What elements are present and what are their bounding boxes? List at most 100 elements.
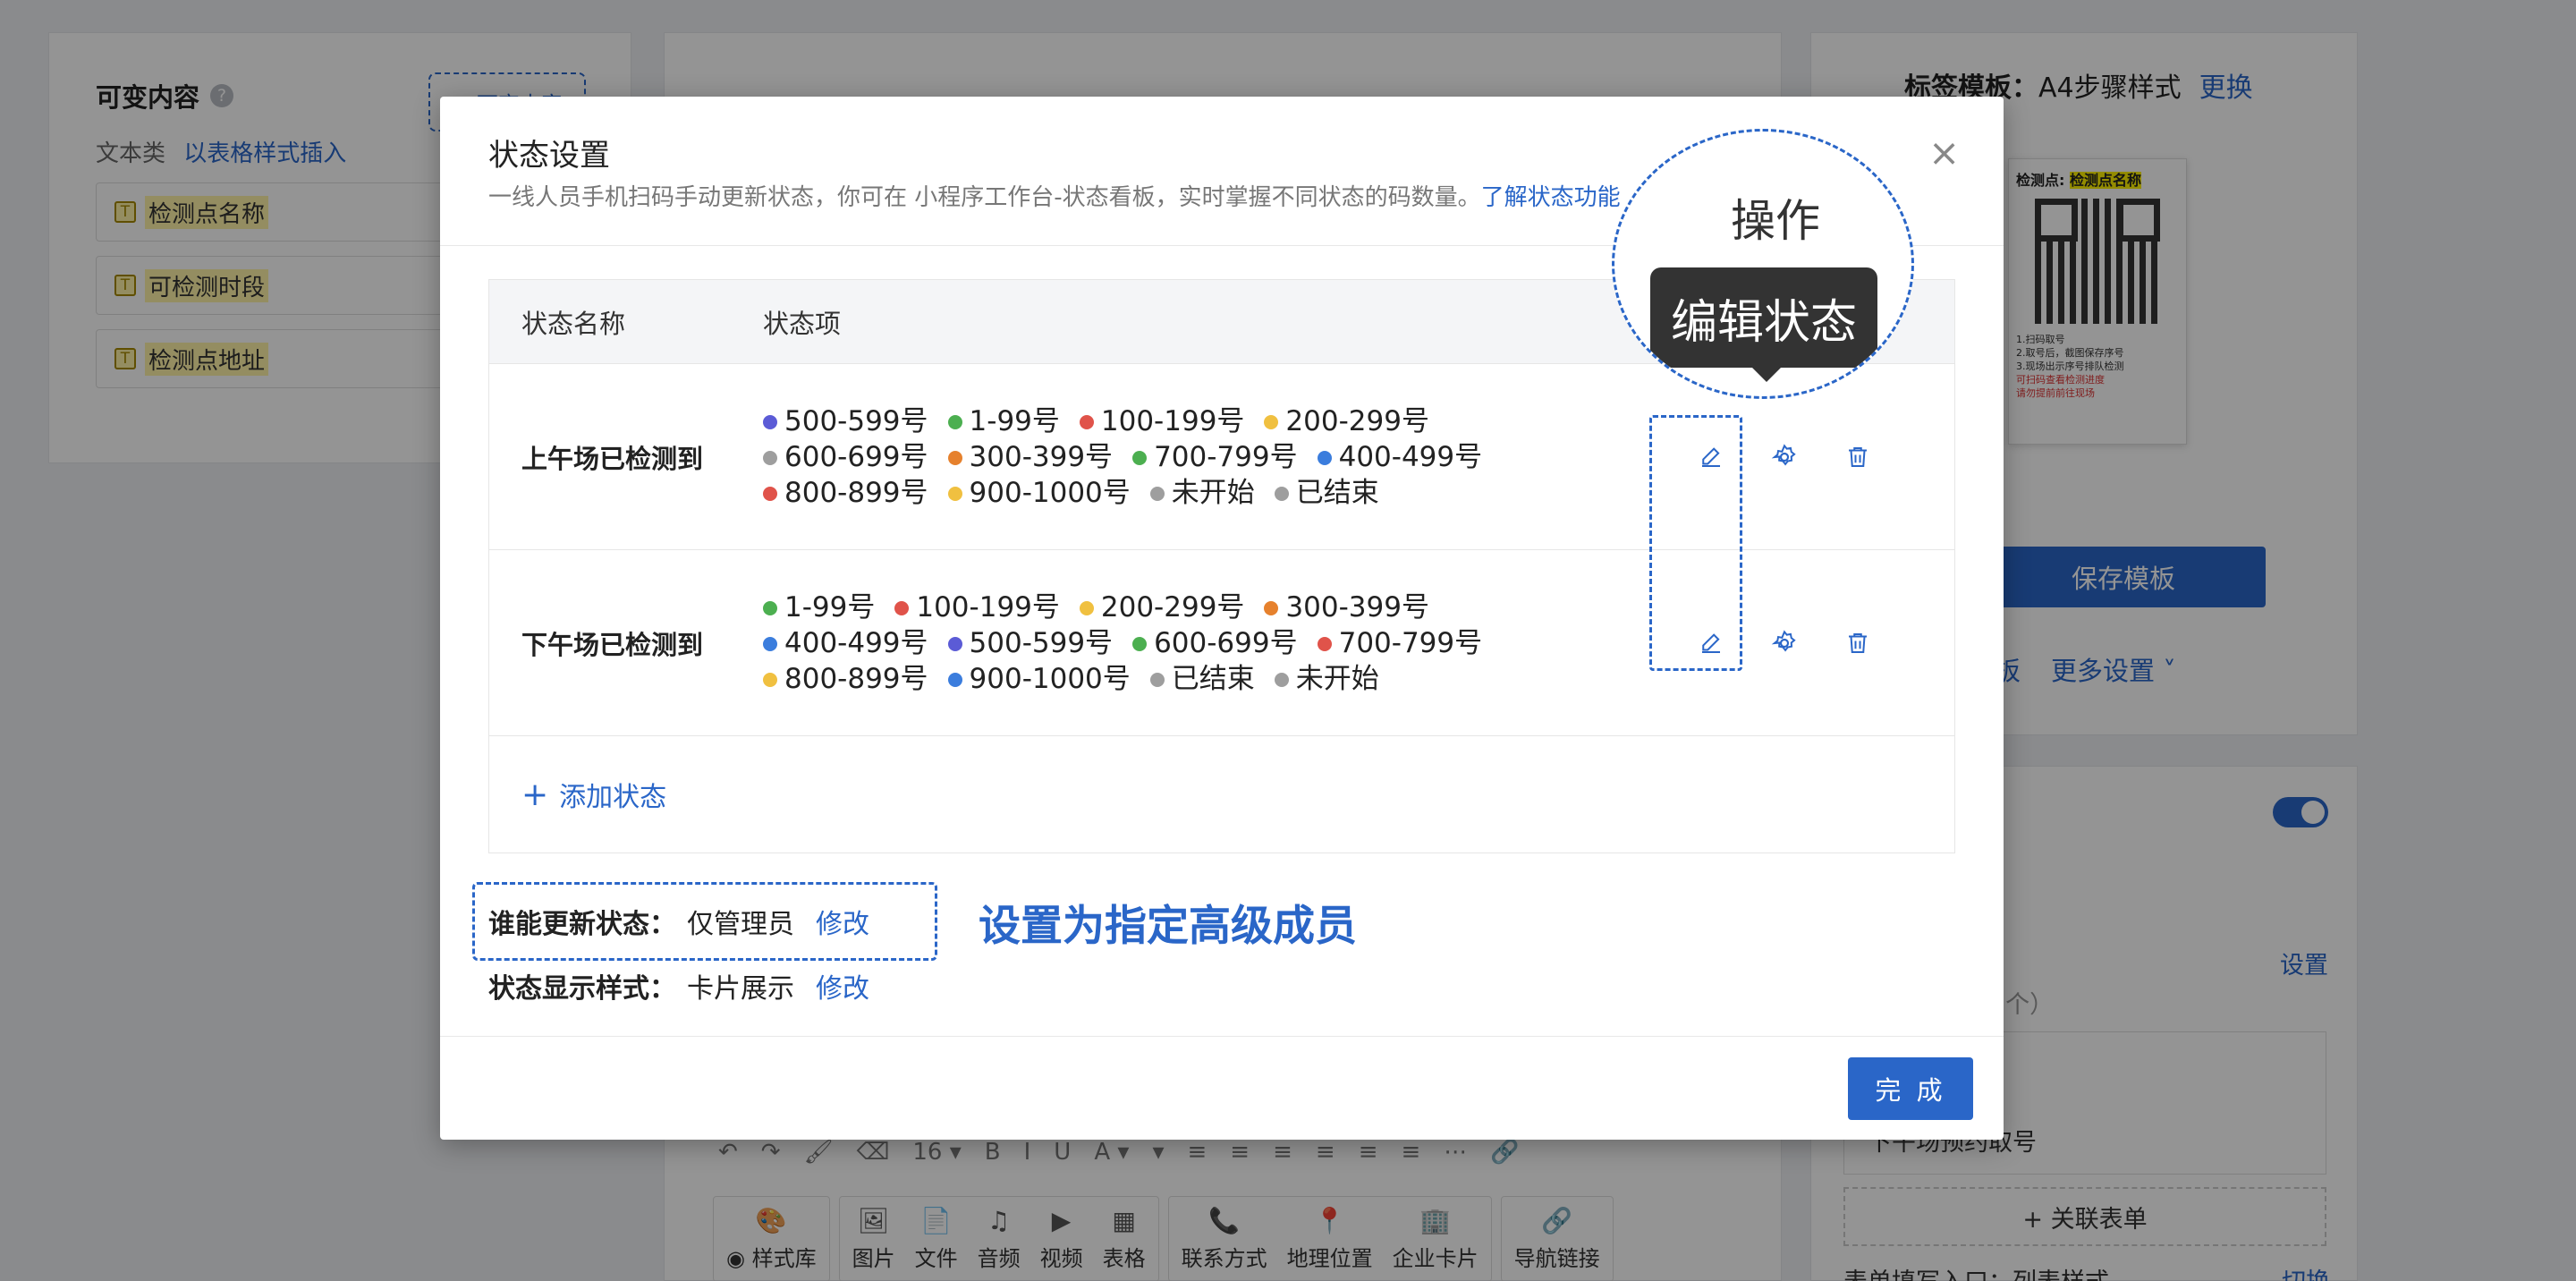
status-item: 500-599号 xyxy=(763,403,928,439)
status-color-dot xyxy=(1079,414,1094,429)
display-style-row: 状态显示样式： 卡片展示 修改 xyxy=(488,966,869,1005)
status-color-dot xyxy=(1149,672,1165,687)
status-color-dot xyxy=(763,450,777,465)
learn-status-link[interactable]: 了解状态功能 xyxy=(1481,184,1621,211)
status-item: 300-399号 xyxy=(1264,590,1429,625)
settings-gear-icon[interactable] xyxy=(1767,625,1802,661)
status-item-label: 600-699号 xyxy=(784,440,928,473)
status-item: 1-99号 xyxy=(947,403,1060,439)
status-item-label: 800-899号 xyxy=(784,476,928,509)
trash-icon[interactable] xyxy=(1840,625,1876,661)
status-item: 700-799号 xyxy=(1132,439,1298,475)
status-items: 1-99号 100-199号 200-299号 300-399号 400-499号 500… xyxy=(763,590,1622,697)
status-color-dot xyxy=(1132,450,1148,465)
status-color-dot xyxy=(763,600,777,615)
status-color-dot xyxy=(894,600,910,615)
status-item: 400-499号 xyxy=(763,625,928,661)
status-item-label: 400-499号 xyxy=(1338,440,1483,473)
status-item-label: 未开始 xyxy=(1171,476,1255,509)
status-color-dot xyxy=(947,672,962,687)
add-status-label: 添加状态 xyxy=(559,782,667,813)
status-item-line: 800-899号 900-1000号 已结束 未开始 xyxy=(763,661,1622,697)
status-item-label: 200-299号 xyxy=(1100,590,1245,624)
status-items: 500-599号 1-99号 100-199号 200-299号 600-699号 300… xyxy=(763,403,1622,511)
status-item: 800-899号 xyxy=(763,475,928,511)
status-item: 200-299号 xyxy=(1079,590,1245,625)
status-item: 已结束 xyxy=(1149,661,1255,697)
status-item-label: 100-199号 xyxy=(916,590,1060,624)
status-item-label: 900-1000号 xyxy=(969,662,1131,695)
modal-title: 状态设置 xyxy=(488,138,610,174)
status-color-dot xyxy=(1149,486,1165,501)
status-color-dot xyxy=(763,486,777,501)
status-item-line: 500-599号 1-99号 100-199号 200-299号 xyxy=(763,403,1622,439)
status-item: 1-99号 xyxy=(763,590,875,625)
status-item-line: 800-899号 900-1000号 未开始 已结束 xyxy=(763,475,1622,511)
trash-icon[interactable] xyxy=(1840,439,1876,475)
status-color-dot xyxy=(763,414,777,429)
status-item-label: 700-799号 xyxy=(1154,440,1298,473)
edit-status-tooltip: 编辑状态 xyxy=(1650,267,1877,382)
done-button[interactable]: 完 成 xyxy=(1848,1057,1973,1120)
status-item-label: 200-299号 xyxy=(1285,404,1429,437)
display-style-value: 卡片展示 xyxy=(687,973,794,1005)
who-can-update-label: 谁能更新状态： xyxy=(488,909,676,940)
column-header-items: 状态项 xyxy=(763,308,842,339)
status-color-dot xyxy=(1317,636,1332,651)
status-item: 300-399号 xyxy=(947,439,1114,475)
status-item: 未开始 xyxy=(1274,661,1379,697)
status-item-label: 600-699号 xyxy=(1154,626,1298,659)
operation-column-header: 操作 xyxy=(1731,195,1820,247)
status-color-dot xyxy=(947,636,962,651)
status-item: 900-1000号 xyxy=(947,661,1131,697)
status-item: 100-199号 xyxy=(894,590,1060,625)
status-item-label: 800-899号 xyxy=(784,662,928,695)
status-color-dot xyxy=(947,414,962,429)
status-item: 200-299号 xyxy=(1264,403,1429,439)
status-item: 400-499号 xyxy=(1317,439,1483,475)
status-item-line: 400-499号 500-599号 600-699号 700-799号 xyxy=(763,625,1622,661)
status-item: 800-899号 xyxy=(763,661,928,697)
status-color-dot xyxy=(1274,672,1289,687)
status-color-dot xyxy=(1264,414,1279,429)
status-item: 500-599号 xyxy=(947,625,1114,661)
status-item: 600-699号 xyxy=(763,439,928,475)
divider xyxy=(440,1036,2004,1037)
status-item: 未开始 xyxy=(1149,475,1255,511)
column-header-name: 状态名称 xyxy=(521,308,626,339)
status-item: 100-199号 xyxy=(1079,403,1245,439)
status-item: 700-799号 xyxy=(1317,625,1482,661)
status-item: 已结束 xyxy=(1274,475,1379,511)
add-status-button[interactable]: + 添加状态 xyxy=(489,736,1954,853)
status-item-label: 400-499号 xyxy=(784,626,928,659)
display-style-label: 状态显示样式： xyxy=(488,973,676,1005)
status-name: 下午场已检测到 xyxy=(521,629,704,660)
status-name: 上午场已检测到 xyxy=(521,443,704,474)
status-item-label: 未开始 xyxy=(1295,662,1379,695)
status-item-label: 100-199号 xyxy=(1100,404,1245,437)
status-item-label: 500-599号 xyxy=(969,626,1114,659)
who-can-update-row: 谁能更新状态： 仅管理员 修改 xyxy=(488,902,869,941)
status-item-label: 1-99号 xyxy=(784,590,876,624)
status-color-dot xyxy=(1264,600,1279,615)
status-item-label: 300-399号 xyxy=(969,440,1114,473)
close-icon[interactable]: × xyxy=(1928,134,1960,172)
edit-who-link[interactable]: 修改 xyxy=(816,909,869,940)
annotation-text: 设置为指定高级成员 xyxy=(979,902,1357,951)
edit-style-link[interactable]: 修改 xyxy=(816,973,869,1005)
status-color-dot xyxy=(1274,486,1289,501)
settings-gear-icon[interactable] xyxy=(1767,439,1802,475)
status-item-label: 300-399号 xyxy=(1285,590,1429,624)
status-item: 600-699号 xyxy=(1132,625,1298,661)
plus-icon: + xyxy=(521,776,549,813)
status-item-line: 1-99号 100-199号 200-299号 300-399号 xyxy=(763,590,1622,625)
status-color-dot xyxy=(1132,636,1148,651)
edit-column-highlight xyxy=(1649,415,1742,671)
zoom-callout: 操作 编辑状态 xyxy=(1612,129,1914,399)
status-item-label: 已结束 xyxy=(1295,476,1379,509)
status-color-dot xyxy=(947,486,962,501)
status-item-label: 1-99号 xyxy=(969,404,1060,437)
status-item-label: 500-599号 xyxy=(784,404,928,437)
status-item-label: 已结束 xyxy=(1171,662,1255,695)
who-can-update-value: 仅管理员 xyxy=(687,909,794,940)
